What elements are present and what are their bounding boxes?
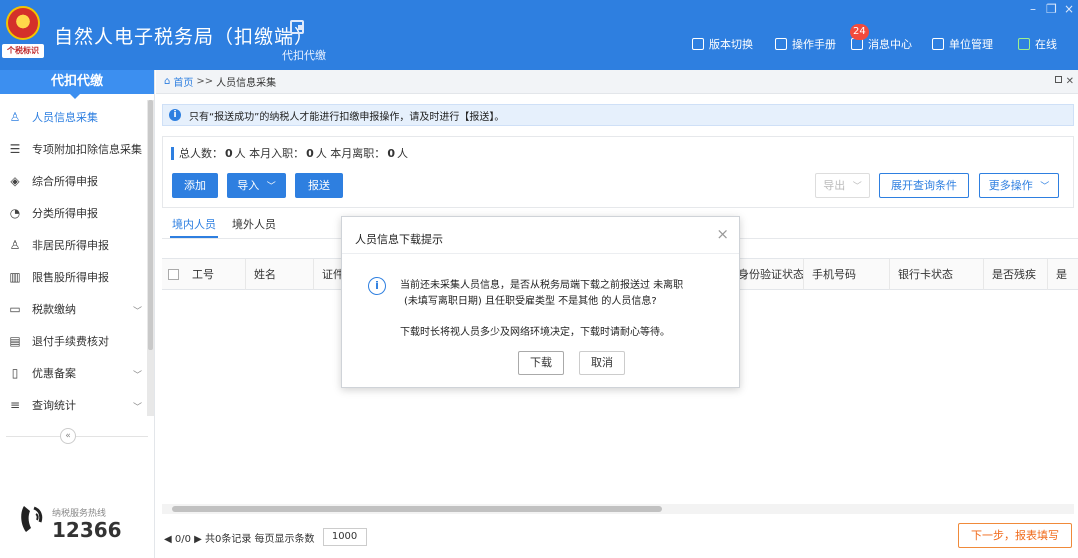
table-hscroll-thumb[interactable] [172,506,662,512]
info-icon: i [368,277,386,295]
column-header[interactable]: 是否残疾 [984,259,1048,290]
column-header[interactable]: 手机号码 [804,259,890,290]
sidebar-scroll-thumb[interactable] [148,100,153,350]
next-step-button[interactable]: 下一步，报表填写 [958,523,1072,548]
doc-icon: ▤ [9,334,21,348]
export-button[interactable]: 导出 ﹀ [815,173,870,198]
monitor-check-icon [1018,38,1030,50]
list-icon: ☰ [9,142,21,156]
pager-info: ◀ 0/0 ▶ 共0条记录 每页显示条数 [164,533,315,545]
unit-manage-link[interactable]: 单位管理 [932,36,993,52]
personnel-tabs: 境内人员 境外人员 [170,216,290,238]
total-count: 0 [225,146,233,160]
sidebar-item-tax-payment[interactable]: ▭ 税款缴纳 ﹀ [0,293,148,325]
breadcrumb-separator: >> [196,76,214,87]
divider [6,436,148,437]
import-button[interactable]: 导入 ﹀ [227,173,286,198]
cancel-button[interactable]: 取消 [579,351,625,375]
tax-logo: 个税标识 [2,44,44,58]
select-all-checkbox[interactable] [168,269,179,280]
document-icon [692,38,704,50]
breadcrumb-home[interactable]: 首页 [173,74,193,89]
download-button[interactable]: 下载 [518,351,564,375]
bar-icon: ▥ [9,270,21,284]
search-list-icon: ≡ [9,398,21,412]
notice-text: 只有“报送成功”的纳税人才能进行扣缴申报操作，请及时进行【报送】。 [189,111,505,123]
sidebar-item-preferential-filing[interactable]: ▯ 优惠备案 ﹀ [0,357,148,389]
hotline-number: 12366 [52,518,122,542]
chevron-down-icon: ﹀ [132,307,142,317]
chevron-down-icon: ﹀ [852,182,862,192]
top-menu-withholding[interactable]: 代扣代缴 [282,47,326,63]
close-icon[interactable]: × [716,225,729,243]
download-prompt-dialog: 人员信息下载提示 × i 当前还未采集人员信息，是否从税务局端下载之前报送过 未… [341,216,740,388]
maximize-tab-icon[interactable] [1055,76,1062,83]
close-tab-icon[interactable]: ✕ [1066,76,1074,87]
pagination: ◀ 0/0 ▶ 共0条记录 每页显示条数 1000 [164,528,367,546]
close-window-button[interactable]: × [1064,2,1074,16]
divider [342,253,739,254]
page-size-input[interactable]: 1000 [322,528,367,546]
collapse-sidebar-button[interactable]: « [60,428,76,444]
notice-banner: i 只有“报送成功”的纳税人才能进行扣缴申报操作，请及时进行【报送】。 [162,104,1074,126]
column-header[interactable]: 身份验证状态 [732,259,804,290]
breadcrumb: ⌂ 首页 >> 人员信息采集 ✕ [156,70,1078,94]
app-title: 自然人电子税务局（扣缴端） [54,26,315,48]
chevron-down-icon: ﹀ [266,182,276,192]
sidebar-item-comprehensive-income[interactable]: ◈ 综合所得申报 [0,165,148,197]
message-count-badge: 24 [850,24,869,40]
column-header[interactable]: 姓名 [246,259,314,290]
app-header: 个税标识 自然人电子税务局（扣缴端） 代扣代缴 – ❐ × 版本切换 操作手册 … [0,0,1078,70]
version-switch-link[interactable]: 版本切换 [692,36,753,52]
submit-button[interactable]: 报送 [295,173,343,198]
home-icon[interactable]: ⌂ [164,76,170,87]
wallet-icon[interactable] [290,20,304,34]
hired-count: 0 [306,146,314,160]
sidebar-item-personnel-collection[interactable]: ♙ 人员信息采集 [0,101,148,133]
tab-overseas[interactable]: 境外人员 [230,216,278,238]
manual-link[interactable]: 操作手册 [775,36,836,52]
column-header[interactable]: 工号 [184,259,246,290]
minimize-button[interactable]: – [1030,2,1036,16]
accent-bar [171,146,174,160]
expand-query-button[interactable]: 展开查询条件 [879,173,969,198]
building-icon [932,38,944,50]
layers-icon: ◈ [10,174,20,188]
breadcrumb-current: 人员信息采集 [216,78,277,89]
book-icon [775,38,787,50]
sidebar-item-nonresident-income[interactable]: ♙ 非居民所得申报 [0,229,148,261]
restore-button[interactable]: ❐ [1046,2,1057,16]
chevron-down-icon: ﹀ [1040,182,1050,192]
sidebar-item-special-deduction[interactable]: ☰ 专项附加扣除信息采集 [0,133,148,165]
sidebar-item-refund-check[interactable]: ▤ 退付手续费核对 [0,325,148,357]
dialog-message-line1: 当前还未采集人员信息，是否从税务局端下载之前报送过 未离职 [400,280,684,291]
chevron-down-icon: ﹀ [132,371,142,381]
column-header[interactable]: 是 [1048,259,1078,290]
online-status[interactable]: 在线 [1018,36,1057,52]
info-icon: i [169,109,181,121]
sidebar: 代扣代缴 ♙ 人员信息采集 ☰ 专项附加扣除信息采集 ◈ 综合所得申报 ◔ 分类… [0,70,155,558]
national-emblem-icon [6,6,40,40]
dialog-message-line2: (未填写离职日期) 且任职受雇类型 不是其他 的人员信息? [404,296,657,307]
file-icon: ▯ [11,366,19,380]
more-operations-button[interactable]: 更多操作 ﹀ [979,173,1059,198]
personnel-stats: 总人数： 0 人 本月入职： 0 人 本月离职： 0 人 [171,145,408,161]
sidebar-item-classified-income[interactable]: ◔ 分类所得申报 [0,197,148,229]
sidebar-item-query-stats[interactable]: ≡ 查询统计 ﹀ [0,389,148,421]
chevron-down-icon: ﹀ [132,403,142,413]
hotline-icon [21,506,43,532]
dialog-title: 人员信息下载提示 [355,233,443,246]
left-count: 0 [387,146,395,160]
tab-domestic[interactable]: 境内人员 [170,216,218,238]
dialog-message-line3: 下载时长将视人员多少及网络环境决定，下载时请耐心等待。 [400,327,670,338]
column-header[interactable]: 银行卡状态 [890,259,984,290]
sidebar-item-restricted-shares[interactable]: ▥ 限售股所得申报 [0,261,148,293]
sidebar-header: 代扣代缴 [0,70,154,99]
folder-icon: ▭ [9,302,21,316]
person-icon: ♙ [9,110,21,124]
user-icon: ♙ [9,238,21,252]
add-button[interactable]: 添加 [172,173,218,198]
pie-icon: ◔ [9,206,21,220]
